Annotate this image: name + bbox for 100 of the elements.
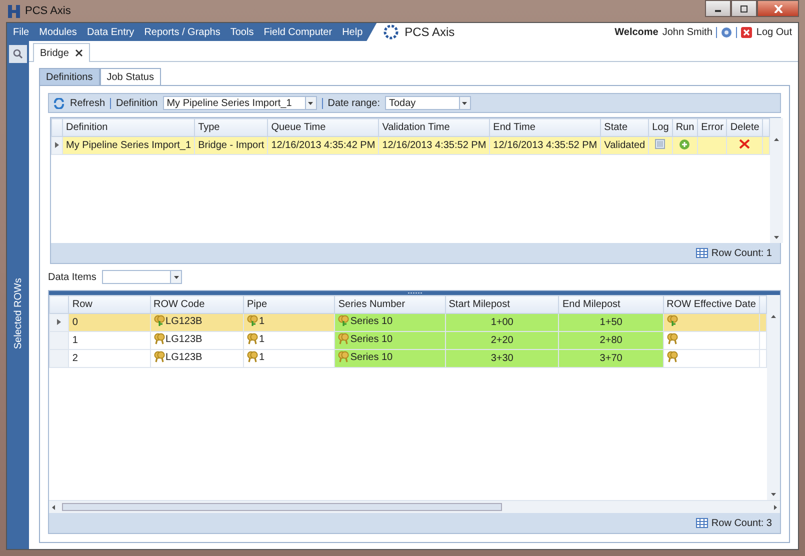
table-cell: Series 10 (350, 316, 393, 326)
menu-item[interactable]: Reports / Graphs (144, 26, 220, 38)
app-title: PCS Axis (404, 25, 455, 39)
column-header[interactable]: End Milepost (558, 296, 664, 314)
column-header[interactable]: ROW Code (150, 296, 244, 314)
scroll-right-icon[interactable] (774, 504, 777, 510)
window-title: PCS Axis (25, 5, 71, 17)
maximize-button[interactable] (731, 0, 757, 17)
table-cell: Series 10 (350, 334, 393, 344)
delete-icon[interactable] (739, 139, 750, 149)
row-pointer-icon (55, 142, 59, 148)
column-header[interactable]: Delete (726, 118, 763, 136)
table-cell: 1 (72, 335, 78, 346)
caret-icon (462, 102, 468, 104)
menu-item[interactable]: Data Entry (86, 26, 134, 38)
row-count: Row Count: 3 (711, 518, 772, 528)
column-header[interactable]: Start Milepost (445, 296, 559, 314)
key-icon (666, 351, 678, 363)
grid-icon (696, 518, 708, 528)
key-icon (246, 333, 258, 345)
scroll-up-icon[interactable] (771, 315, 776, 318)
column-header[interactable]: Pipe (243, 296, 335, 314)
table-cell: LG123B (166, 316, 202, 326)
help-icon[interactable] (721, 26, 732, 38)
close-icon (774, 4, 782, 12)
scroll-down-icon[interactable] (771, 493, 776, 496)
table-cell: 1+00 (490, 317, 514, 328)
horizontal-scrollbar[interactable] (49, 500, 780, 513)
key-icon (666, 315, 678, 327)
logout-icon[interactable] (741, 26, 752, 38)
menu-item[interactable]: Field Computer (264, 26, 332, 38)
column-header[interactable]: Run (672, 118, 698, 136)
table-cell: LG123B (166, 352, 202, 362)
tab[interactable]: Definitions (39, 68, 100, 85)
table-cell: 12/16/2013 4:35:52 PM (490, 136, 601, 154)
key-icon (154, 315, 165, 327)
close-button[interactable] (757, 0, 799, 17)
table-cell: 1 (258, 316, 265, 326)
column-header[interactable]: Validation Time (378, 118, 490, 136)
dropdown-button[interactable] (304, 96, 317, 110)
dropdown-button[interactable] (170, 270, 182, 284)
search-button[interactable] (9, 45, 27, 63)
date-range-label: Date range: (328, 98, 380, 108)
column-header[interactable]: End Time (490, 118, 601, 136)
row-count: Row Count: 1 (711, 248, 772, 258)
refresh-button[interactable]: Refresh (70, 98, 106, 108)
menu-item[interactable]: Modules (39, 26, 77, 38)
column-header[interactable]: Type (194, 118, 268, 136)
table-cell: 1 (258, 334, 265, 344)
welcome-label: Welcome (614, 26, 658, 38)
column-header[interactable]: Queue Time (268, 118, 379, 136)
refresh-icon[interactable] (53, 98, 65, 108)
table-cell: Series 10 (350, 352, 393, 362)
key-icon (246, 315, 258, 327)
column-header[interactable]: State (600, 118, 649, 136)
key-icon (338, 333, 350, 345)
column-header[interactable]: Series Number (334, 296, 446, 314)
run-icon[interactable] (679, 138, 690, 150)
column-header[interactable]: Definition (62, 118, 195, 136)
data-items-label: Data Items (48, 272, 96, 282)
column-header[interactable]: Error (698, 118, 727, 136)
scroll-up-icon[interactable] (774, 138, 780, 141)
column-header[interactable]: Log (648, 118, 672, 136)
maximize-icon (740, 4, 748, 12)
minimize-button[interactable] (705, 0, 731, 17)
menu-item[interactable]: Tools (230, 26, 254, 38)
menu-item[interactable]: Help (342, 26, 363, 38)
table-cell: 3+30 (490, 353, 514, 364)
date-range-dropdown[interactable]: Today (384, 96, 459, 110)
key-icon (338, 351, 350, 363)
key-icon (338, 315, 350, 327)
table-cell: 2 (72, 353, 78, 364)
column-header[interactable]: ROW Effective Date (663, 296, 760, 314)
grid-icon (696, 248, 708, 258)
menu-item[interactable]: File (13, 26, 30, 38)
table-cell: Bridge - Import (194, 136, 268, 154)
table-cell: 0 (72, 317, 78, 328)
definition-dropdown[interactable]: My Pipeline Series Import_1 (162, 96, 305, 110)
dropdown-button[interactable] (458, 96, 471, 110)
table-cell: 12/16/2013 4:35:42 PM (268, 136, 379, 154)
scroll-down-icon[interactable] (774, 236, 780, 239)
logo-icon (382, 24, 399, 40)
tab[interactable]: Job Status (100, 68, 161, 85)
scroll-left-icon[interactable] (52, 504, 55, 510)
caret-icon (174, 276, 179, 278)
user-name: John Smith (662, 26, 712, 38)
document-tab[interactable]: Bridge (33, 43, 90, 62)
definition-label: Definition (116, 98, 158, 108)
close-icon[interactable] (74, 49, 83, 57)
caret-icon (308, 102, 314, 104)
logout-link[interactable]: Log Out (756, 26, 792, 38)
table-cell: 12/16/2013 4:35:52 PM (378, 136, 490, 154)
key-icon (666, 333, 678, 345)
column-header[interactable]: Row (68, 296, 150, 314)
app-icon (8, 4, 20, 18)
key-icon (246, 351, 258, 363)
table-cell: 2+20 (490, 335, 514, 346)
sidebar-label[interactable]: Selected ROWs (12, 278, 24, 349)
row-pointer-icon (57, 319, 62, 325)
table-cell: 1 (258, 352, 265, 362)
